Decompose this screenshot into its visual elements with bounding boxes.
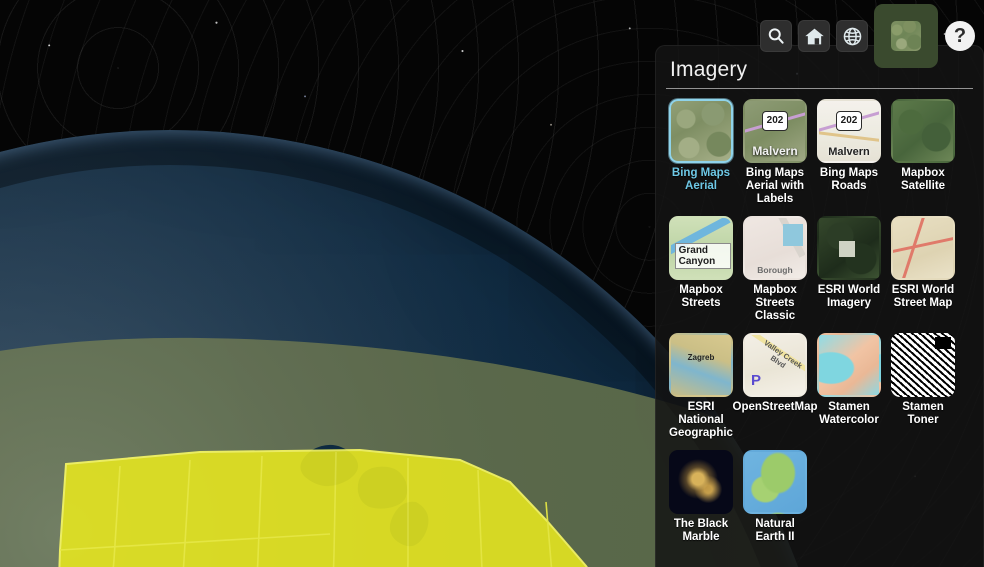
route-shield-icon: 202 [836,110,862,131]
imagery-item-stamen-toner[interactable]: Stamen Toner [886,333,960,440]
imagery-thumbnail-overlay-text: Zagreb [687,353,715,362]
imagery-thumbnail: 202 Malvern [817,99,881,163]
block-shape [935,337,951,349]
search-icon [766,26,786,46]
base-layer-picker-button[interactable] [874,4,938,68]
imagery-item-label: ESRI National Geographic [669,401,733,439]
imagery-item-label: Natural Earth II [755,518,795,543]
imagery-item-label: Bing Maps Roads [819,167,879,192]
imagery-item-label: OpenStreetMap [732,401,818,413]
imagery-thumbnail [669,99,733,163]
scene-mode-button[interactable] [836,20,868,52]
imagery-thumbnail [891,333,955,397]
building-shape [839,240,856,257]
cesium-viewer[interactable]: ? Imagery Bing Maps Aerial 202 Malvern B… [0,0,984,567]
imagery-item-esri-world-imagery[interactable]: ESRI World Imagery [812,216,886,323]
imagery-item-mapbox-satellite[interactable]: Mapbox Satellite [886,99,960,206]
imagery-item-natural-earth-ii[interactable]: Natural Earth II [738,450,812,544]
imagery-thumbnail [891,99,955,163]
imagery-item-bing-maps-aerial[interactable]: Bing Maps Aerial [664,99,738,206]
imagery-item-label: ESRI World Street Map [891,284,955,309]
imagery-thumbnail-overlay-text: Valley Creek Blvd [762,338,804,371]
imagery-item-label: Stamen Watercolor [819,401,879,426]
imagery-thumbnail: P Valley Creek Blvd [743,333,807,397]
imagery-thumbnail-overlay-text: Malvern [752,144,798,158]
imagery-section-divider [666,88,973,89]
imagery-item-label: ESRI World Imagery [817,284,881,309]
cesium-toolbar[interactable]: ? [760,4,976,68]
road-line [819,130,879,144]
imagery-item-bing-maps-aerial-with-labels[interactable]: 202 Malvern Bing Maps Aerial with Labels [738,99,812,206]
route-shield-icon: 202 [762,110,788,131]
imagery-item-mapbox-streets-classic[interactable]: Borough Mapbox Streets Classic [738,216,812,323]
imagery-grid[interactable]: Bing Maps Aerial 202 Malvern Bing Maps A… [664,99,975,554]
imagery-item-esri-national-geographic[interactable]: Zagreb ESRI National Geographic [664,333,738,440]
imagery-thumbnail [817,216,881,280]
imagery-item-label: Mapbox Streets Classic [753,284,797,322]
imagery-thumbnail: Grand Canyon [669,216,733,280]
water-area [783,224,803,246]
terrain-section-title: Terrain [664,554,975,567]
base-layer-picker-panel[interactable]: Imagery Bing Maps Aerial 202 Malvern Bin… [655,45,984,567]
imagery-thumbnail-icon [891,21,921,51]
imagery-item-mapbox-streets[interactable]: Grand Canyon Mapbox Streets [664,216,738,323]
imagery-thumbnail [743,450,807,514]
imagery-item-esri-world-street-map[interactable]: ESRI World Street Map [886,216,960,323]
imagery-item-label: Mapbox Streets [679,284,723,309]
navigation-help-button[interactable]: ? [944,20,976,52]
imagery-thumbnail: 202 Malvern [743,99,807,163]
imagery-item-label: Stamen Toner [902,401,944,426]
home-icon [804,26,825,47]
imagery-item-label: Bing Maps Aerial with Labels [745,167,805,205]
imagery-item-label: The Black Marble [673,518,729,543]
imagery-item-openstreetmap[interactable]: P Valley Creek Blvd OpenStreetMap [733,333,818,440]
imagery-thumbnail: Zagreb [669,333,733,397]
imagery-thumbnail-overlay-text: Malvern [828,146,870,158]
imagery-thumbnail-overlay-text: Grand Canyon [674,243,731,270]
home-button[interactable] [798,20,830,52]
imagery-item-label: Bing Maps Aerial [671,167,731,192]
imagery-thumbnail [817,333,881,397]
imagery-item-label: Mapbox Satellite [900,167,946,192]
geocoder-search-button[interactable] [760,20,792,52]
imagery-thumbnail-overlay-text: Borough [757,265,793,275]
question-mark-icon: ? [945,21,975,51]
parking-icon: P [751,372,762,389]
imagery-thumbnail [669,450,733,514]
base-layer-picker-scroll[interactable]: Imagery Bing Maps Aerial 202 Malvern Bin… [656,46,983,567]
imagery-item-bing-maps-roads[interactable]: 202 Malvern Bing Maps Roads [812,99,886,206]
imagery-item-stamen-watercolor[interactable]: Stamen Watercolor [812,333,886,440]
imagery-thumbnail: Borough [743,216,807,280]
imagery-item-the-black-marble[interactable]: The Black Marble [664,450,738,544]
imagery-thumbnail [891,216,955,280]
globe-icon [842,26,863,47]
road-line [893,233,953,254]
